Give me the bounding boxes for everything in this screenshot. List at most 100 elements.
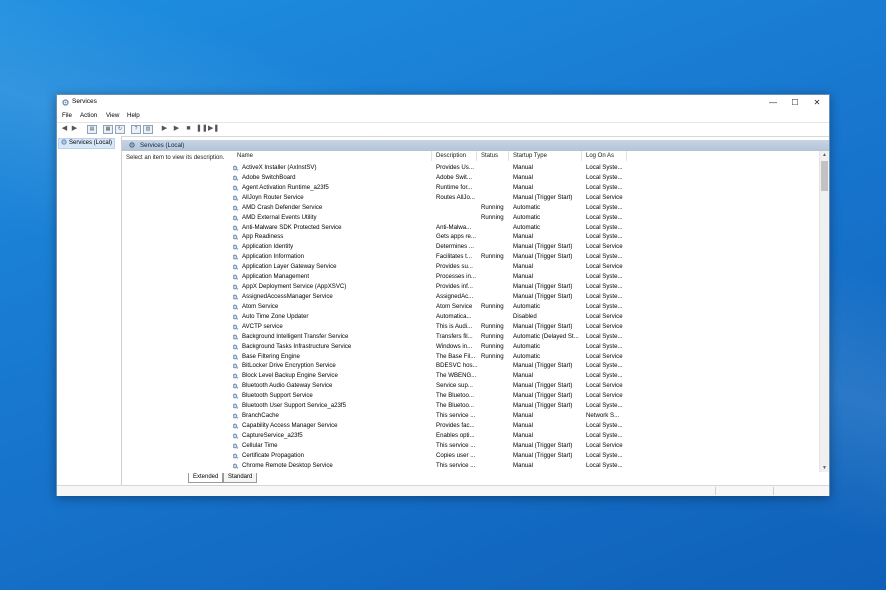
table-row[interactable]: BitLocker Drive Encryption Service BDESVC… bbox=[233, 361, 821, 371]
service-startup-type: Manual bbox=[513, 372, 533, 380]
service-log-on-as: Local Syste... bbox=[586, 342, 623, 350]
service-name: AssignedAccessManager Service bbox=[242, 292, 333, 300]
service-startup-type: Manual bbox=[513, 263, 533, 271]
stop-service-icon[interactable]: ■ bbox=[184, 125, 193, 133]
services-rows: ActiveX Installer (AxInstSV) Provides Us.… bbox=[233, 163, 821, 471]
service-status: Running bbox=[481, 332, 504, 340]
table-row[interactable]: CaptureService_a23f5 Enables opti... Manua… bbox=[233, 431, 821, 441]
table-row[interactable]: Atom Service Atom Service Running Automatic… bbox=[233, 302, 821, 312]
start-service-alt-icon[interactable]: ▶ bbox=[172, 125, 181, 133]
menu-action[interactable]: Action bbox=[80, 112, 97, 119]
table-row[interactable]: AMD External Events Utility Running Automa… bbox=[233, 213, 821, 223]
services-list: ^ Name Description Status Startup Type L… bbox=[233, 151, 829, 472]
tab-standard[interactable]: Standard bbox=[223, 473, 258, 483]
menu-file[interactable]: File bbox=[62, 112, 72, 119]
service-gear-icon bbox=[233, 403, 239, 409]
refresh-icon[interactable]: ↻ bbox=[115, 125, 125, 134]
service-description-cell: The WBENG... bbox=[436, 372, 477, 380]
service-description-cell: Provides inf... bbox=[436, 283, 473, 291]
table-row[interactable]: Application Layer Gateway Service Provide… bbox=[233, 262, 821, 272]
close-button[interactable]: ✕ bbox=[805, 95, 829, 110]
pause-service-icon[interactable]: ❚❚ bbox=[196, 125, 208, 133]
start-service-icon[interactable]: ▶ bbox=[160, 125, 169, 133]
service-name: Bluetooth Audio Gateway Service bbox=[242, 382, 333, 390]
menu-view[interactable]: View bbox=[106, 112, 119, 119]
table-row[interactable]: Application Information Facilitates t... R… bbox=[233, 252, 821, 262]
minimize-button[interactable]: — bbox=[761, 95, 785, 110]
tab-extended[interactable]: Extended bbox=[188, 473, 224, 483]
service-description-cell: This service ... bbox=[436, 441, 476, 449]
table-row[interactable]: AppX Deployment Service (AppXSVC) Provide… bbox=[233, 282, 821, 292]
table-row[interactable]: Block Level Backup Engine Service The WBE… bbox=[233, 371, 821, 381]
restart-service-icon[interactable]: ▶❚ bbox=[208, 125, 219, 133]
table-row[interactable]: Background Intelligent Transfer Service T… bbox=[233, 332, 821, 342]
service-log-on-as: Local Service bbox=[586, 312, 623, 320]
table-row[interactable]: AMD Crash Defender Service Running Automat… bbox=[233, 203, 821, 213]
table-row[interactable]: Agent Activation Runtime_a23f5 Runtime fo… bbox=[233, 183, 821, 193]
service-startup-type: Manual (Trigger Start) bbox=[513, 283, 573, 291]
show-hide-tree-icon[interactable]: ▤ bbox=[87, 125, 97, 134]
table-row[interactable]: App Readiness Gets apps re... Manual Local … bbox=[233, 232, 821, 242]
title-bar[interactable]: Services — ☐ ✕ bbox=[57, 95, 829, 110]
vertical-scrollbar[interactable]: ▲ ▼ bbox=[819, 151, 829, 472]
table-row[interactable]: Base Filtering Engine The Base Fil... Runn… bbox=[233, 352, 821, 362]
help-icon[interactable]: ? bbox=[131, 125, 141, 134]
table-row[interactable]: Adobe SwitchBoard Adobe Swit... Manual Loca… bbox=[233, 173, 821, 183]
back-icon[interactable]: ◀ bbox=[60, 125, 69, 133]
table-row[interactable]: ActiveX Installer (AxInstSV) Provides Us.… bbox=[233, 163, 821, 173]
service-gear-icon bbox=[233, 274, 239, 280]
service-description-cell: Windows in... bbox=[436, 342, 473, 350]
service-log-on-as: Local Syste... bbox=[586, 273, 623, 281]
table-row[interactable]: AVCTP service This is Audi... Running Manua… bbox=[233, 322, 821, 332]
services-gear-icon bbox=[129, 142, 135, 148]
service-name: Bluetooth Support Service bbox=[242, 392, 313, 400]
properties-icon[interactable]: ▦ bbox=[103, 125, 113, 134]
scroll-thumb[interactable] bbox=[821, 161, 828, 191]
table-row[interactable]: Bluetooth Audio Gateway Service Service s… bbox=[233, 381, 821, 391]
menu-help[interactable]: Help bbox=[127, 112, 140, 119]
service-log-on-as: Local Syste... bbox=[586, 203, 623, 211]
table-row[interactable]: Application Identity Determines ... Manual… bbox=[233, 242, 821, 252]
column-header-log-on-as[interactable]: Log On As bbox=[582, 151, 627, 161]
service-startup-type: Manual (Trigger Start) bbox=[513, 362, 573, 370]
table-row[interactable]: Bluetooth User Support Service_a23f5 The … bbox=[233, 401, 821, 411]
column-header-description[interactable]: Description bbox=[432, 151, 477, 161]
service-log-on-as: Local Syste... bbox=[586, 292, 623, 300]
table-row[interactable]: Capability Access Manager Service Provide… bbox=[233, 421, 821, 431]
table-row[interactable]: AssignedAccessManager Service AssignedAc.… bbox=[233, 292, 821, 302]
table-row[interactable]: Bluetooth Support Service The Bluetoo... M… bbox=[233, 391, 821, 401]
scroll-down-icon[interactable]: ▼ bbox=[820, 464, 829, 472]
service-gear-icon bbox=[233, 284, 239, 290]
service-name: App Readiness bbox=[242, 233, 284, 241]
service-status: Running bbox=[481, 213, 504, 221]
export-list-icon[interactable]: ▥ bbox=[143, 125, 153, 134]
column-header-startup-type[interactable]: Startup Type bbox=[509, 151, 582, 161]
maximize-button[interactable]: ☐ bbox=[783, 95, 807, 110]
table-row[interactable]: Auto Time Zone Updater Automatica... Disab… bbox=[233, 312, 821, 322]
table-row[interactable]: Certificate Propagation Copies user ... Ma… bbox=[233, 451, 821, 461]
table-row[interactable]: Chrome Remote Desktop Service This servic… bbox=[233, 461, 821, 471]
service-description-cell: The Bluetoo... bbox=[436, 392, 474, 400]
table-row[interactable]: Cellular Time This service ... Manual (Tri… bbox=[233, 441, 821, 451]
service-gear-icon bbox=[233, 195, 239, 201]
service-gear-icon bbox=[233, 463, 239, 469]
service-name: Base Filtering Engine bbox=[242, 352, 300, 360]
column-header-status[interactable]: Status bbox=[477, 151, 509, 161]
table-row[interactable]: AllJoyn Router Service Routes AllJo... Man… bbox=[233, 193, 821, 203]
service-log-on-as: Local Service bbox=[586, 441, 623, 449]
table-row[interactable]: Application Management Processes in... Man… bbox=[233, 272, 821, 282]
forward-icon[interactable]: ▶ bbox=[70, 125, 79, 133]
table-row[interactable]: BranchCache This service ... Manual Network… bbox=[233, 411, 821, 421]
service-startup-type: Manual (Trigger Start) bbox=[513, 402, 573, 410]
table-row[interactable]: Anti-Malware SDK Protected Service Anti-M… bbox=[233, 223, 821, 233]
service-gear-icon bbox=[233, 245, 239, 251]
table-row[interactable]: Background Tasks Infrastructure Service W… bbox=[233, 342, 821, 352]
tree-item-services-local[interactable]: Services (Local) bbox=[58, 138, 116, 149]
service-description: Select an item to view its description. bbox=[126, 155, 225, 161]
scroll-up-icon[interactable]: ▲ bbox=[820, 151, 829, 159]
service-startup-type: Manual bbox=[513, 273, 533, 281]
column-header-name[interactable]: Name bbox=[233, 151, 432, 161]
services-gear-icon bbox=[61, 139, 67, 145]
service-description-cell: Transfers fil... bbox=[436, 332, 473, 340]
toolbar: ◀ ▶ ▤ ▦ ↻ ? ▥ ▶ ▶ ■ ❚❚ ▶❚ bbox=[57, 122, 829, 137]
